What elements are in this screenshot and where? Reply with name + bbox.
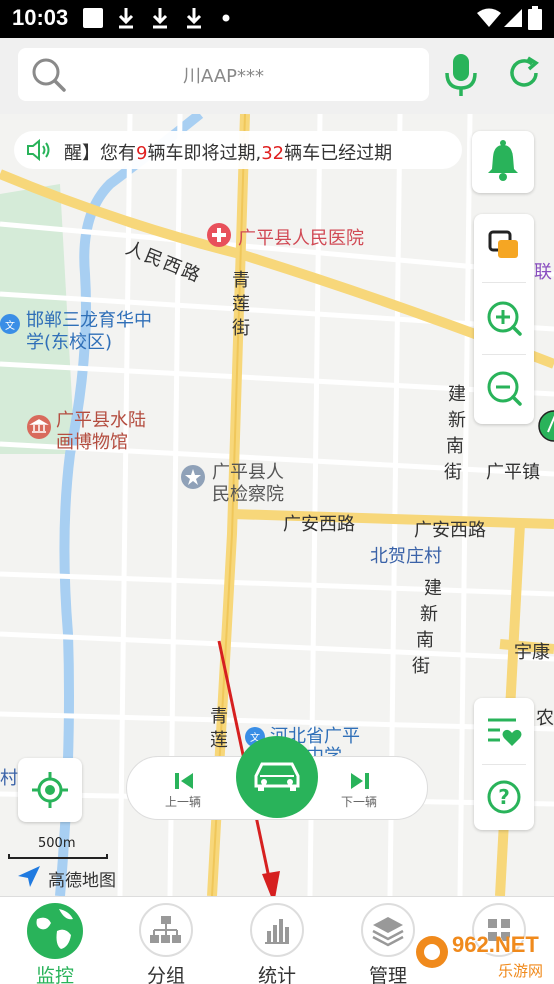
- notice-prefix: 醒】您有: [64, 143, 136, 164]
- hierarchy-icon: [150, 916, 181, 943]
- watermark-text: 962.NET: [452, 932, 539, 957]
- nav-monitor[interactable]: 监控: [10, 899, 100, 984]
- map-label-hospital: 广平县人民医院: [238, 228, 364, 249]
- expiry-notice[interactable]: 醒】您有9辆车即将过期,32辆车已经过期: [14, 131, 462, 169]
- speaker-icon: [27, 138, 50, 162]
- map-label-street: 街: [444, 462, 462, 483]
- map-label-road: 宇康: [514, 642, 550, 663]
- map-tools-panel: [474, 214, 534, 424]
- map-label-street: 莲: [210, 730, 228, 751]
- prev-icon: [175, 773, 193, 789]
- map-label-town: 广平镇: [486, 462, 540, 483]
- map-label-road: 广安西路: [414, 520, 486, 541]
- notice-expired-count: 32: [261, 143, 285, 164]
- car-icon: [254, 762, 300, 791]
- map-label-street: 南: [446, 436, 464, 457]
- map-label-place: 农: [536, 708, 554, 729]
- search-text: 川AAP***: [183, 66, 264, 87]
- map-label-street: 莲: [232, 294, 250, 315]
- map-label-street: 街: [232, 318, 250, 339]
- next-icon: [351, 773, 369, 789]
- next-vehicle-label: 下一辆: [341, 795, 378, 809]
- search-input[interactable]: 川AAP***: [18, 48, 429, 101]
- notice-middle: 辆车即将过期,: [147, 143, 262, 164]
- nav-stats[interactable]: 统计: [232, 899, 322, 984]
- locate-button[interactable]: [18, 758, 82, 822]
- list-help-panel: ?: [474, 698, 534, 830]
- map-label-village: 村: [0, 768, 18, 789]
- school-icon: 文: [0, 314, 20, 334]
- zoom-out-icon[interactable]: [474, 356, 534, 422]
- bell-icon: [488, 140, 518, 181]
- map-scale-label: 500m: [38, 836, 76, 851]
- refresh-icon[interactable]: [505, 54, 543, 92]
- nav-group[interactable]: 分组: [121, 899, 211, 984]
- nav-monitor-label: 监控: [35, 965, 74, 984]
- map-label-museum: 画博物馆: [56, 432, 128, 453]
- map-label-street: 街: [412, 656, 430, 677]
- notice-text: 醒】您有9辆车即将过期,32辆车已经过期: [64, 139, 392, 165]
- map-label-street: 南: [416, 630, 434, 651]
- help-icon[interactable]: ?: [474, 764, 534, 830]
- map-label-street: 青: [232, 270, 250, 291]
- battery-icon: [528, 6, 542, 30]
- map-label-government: 民检察院: [212, 484, 284, 505]
- notice-expiring-count: 9: [136, 143, 148, 164]
- favorite-list-icon[interactable]: [474, 698, 534, 764]
- museum-icon: [27, 415, 51, 439]
- svg-text:?: ?: [498, 785, 510, 809]
- prev-vehicle-button[interactable]: 上一辆: [151, 767, 231, 811]
- bar-chart-icon: [265, 919, 289, 944]
- map-label-school: 学(东校区): [26, 332, 113, 353]
- download-icon: [118, 8, 134, 29]
- map-label-street: 新: [420, 604, 438, 625]
- watermark-logo-icon: [416, 936, 448, 968]
- government-icon: [181, 465, 205, 489]
- nav-stats-circle: [250, 903, 304, 957]
- notice-suffix: 辆车已经过期: [284, 143, 393, 164]
- map-label-road: 广安西路: [283, 514, 355, 535]
- signal-icon: [504, 9, 522, 27]
- svg-text:文: 文: [5, 319, 15, 332]
- location-marker-icon: [538, 410, 554, 442]
- status-time: 10:03: [12, 5, 69, 30]
- next-vehicle-button[interactable]: 下一辆: [323, 767, 403, 811]
- map-label-street: 建: [448, 384, 466, 405]
- hospital-icon: [207, 223, 231, 247]
- map-label-place: 联: [534, 262, 552, 283]
- prev-vehicle-label: 上一辆: [165, 795, 202, 809]
- nav-group-circle: [139, 903, 193, 957]
- alarm-button[interactable]: [472, 131, 534, 193]
- map-logo-text: 高德地图: [48, 871, 116, 891]
- microphone-icon[interactable]: [444, 52, 478, 98]
- dot-icon: [222, 14, 230, 22]
- map-logo-icon: [18, 866, 40, 887]
- map-label-village: 北贺庄村: [370, 546, 442, 567]
- notification-square-icon: [83, 8, 103, 28]
- watermark-subtext: 乐游网: [498, 962, 544, 980]
- watermark: 962.NET 乐游网: [414, 928, 552, 982]
- download-icon: [152, 8, 168, 29]
- status-bar: 10:03: [0, 0, 554, 38]
- map-label-street: 建: [424, 578, 442, 599]
- layers-toggle-icon[interactable]: [474, 214, 534, 280]
- nav-stats-label: 统计: [257, 965, 296, 984]
- nav-group-label: 分组: [146, 965, 185, 984]
- zoom-in-icon[interactable]: [474, 286, 534, 352]
- map-label-street: 青: [210, 706, 228, 727]
- globe-icon: [27, 903, 83, 959]
- map-label-street: 新: [448, 410, 466, 431]
- download-icon: [186, 8, 202, 29]
- locate-icon: [32, 772, 68, 808]
- vehicle-center-button[interactable]: [236, 736, 318, 818]
- layers-icon: [372, 917, 404, 947]
- search-bar: 川AAP***: [0, 38, 554, 114]
- wifi-icon: [477, 8, 501, 27]
- nav-manage-circle: [361, 903, 415, 957]
